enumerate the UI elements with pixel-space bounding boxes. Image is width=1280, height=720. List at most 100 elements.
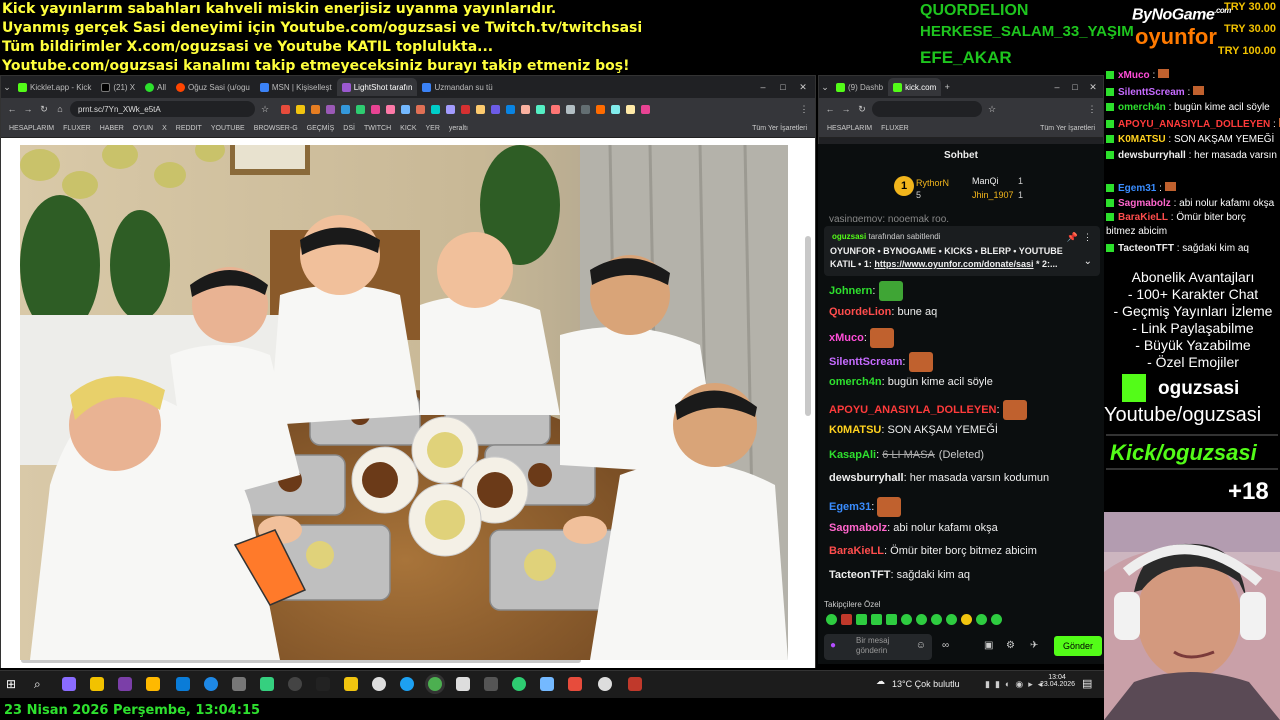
bookmark-fluxer[interactable]: FLUXER xyxy=(881,125,909,132)
camera-icon[interactable] xyxy=(232,677,246,691)
onenote-icon[interactable] xyxy=(118,677,132,691)
bookmark-twitch[interactable]: TWITCH xyxy=(364,125,391,132)
browser-tab[interactable]: Oğuz Sasi (u/ogu xyxy=(171,78,255,96)
weather-label[interactable]: 13°C Çok bulutlu xyxy=(892,679,960,689)
chat-username[interactable]: SilenttScream xyxy=(829,356,902,368)
bookmark-hesaplarim[interactable]: HESAPLARIM xyxy=(827,125,872,132)
app-icon[interactable] xyxy=(400,677,414,691)
rocket-icon[interactable]: ✈ xyxy=(1030,640,1038,651)
bookmark-dsi[interactable]: DSİ xyxy=(343,125,355,132)
chat-username[interactable]: APOYU_ANASIYLA_DOLLEYEN xyxy=(829,404,996,416)
close-icon[interactable]: ✕ xyxy=(797,81,809,93)
app-icon[interactable] xyxy=(146,677,160,691)
url-input[interactable]: prnt.sc/7Yn_XWk_e5tA xyxy=(70,101,255,117)
chat-input[interactable]: ● Bir mesaj gönderin ☺ xyxy=(824,634,932,660)
bookmark-kick[interactable]: KICK xyxy=(400,125,416,132)
bookmark-fluxer[interactable]: FLUXER xyxy=(63,125,91,132)
menu-icon[interactable]: ⋮ xyxy=(798,103,810,115)
windows-start-icon[interactable]: ⊞ xyxy=(6,677,20,691)
browser-tab[interactable]: (21) X xyxy=(96,78,140,96)
gear-icon[interactable]: ⚙ xyxy=(1006,640,1015,651)
extension-icons[interactable] xyxy=(281,104,650,114)
chatgpt-icon[interactable] xyxy=(598,677,612,691)
search-icon[interactable]: ⌕ xyxy=(34,677,48,691)
chat-username[interactable]: KasapAli xyxy=(829,449,876,461)
pinned-link[interactable]: https://www.oyunfor.com/donate/sasi xyxy=(874,259,1033,269)
app-icon[interactable] xyxy=(372,677,386,691)
chat-username[interactable]: Johnern xyxy=(829,285,872,297)
bookmark-oyun[interactable]: OYUN xyxy=(133,125,153,132)
maximize-icon[interactable]: □ xyxy=(777,81,789,93)
chevron-down-icon[interactable]: ⌄ xyxy=(1084,256,1092,267)
star-icon[interactable]: ☆ xyxy=(259,103,271,115)
more-icon[interactable]: ⋮ xyxy=(1083,232,1092,243)
app-icon[interactable] xyxy=(344,677,358,691)
pin-icon[interactable]: 📌 xyxy=(1067,232,1078,243)
new-tab-icon[interactable]: + xyxy=(941,81,953,93)
app-icon[interactable] xyxy=(540,677,554,691)
chat-username[interactable]: Sagmabolz xyxy=(829,522,887,534)
back-icon[interactable]: ← xyxy=(6,103,18,115)
menu-icon[interactable]: ⋮ xyxy=(1086,103,1098,115)
emote-bar[interactable] xyxy=(826,614,1002,625)
folder-icon[interactable] xyxy=(90,677,104,691)
chat-username[interactable]: BaraKieLL xyxy=(829,545,884,557)
url-input[interactable] xyxy=(872,101,982,117)
bookmark-hesaplarim[interactable]: HESAPLARIM xyxy=(9,125,54,132)
bookmark-browser-g[interactable]: BROWSER-G xyxy=(254,125,298,132)
bookmark-haber[interactable]: HABER xyxy=(100,125,124,132)
app-icon[interactable] xyxy=(628,677,642,691)
chat-username[interactable]: K0MATSU xyxy=(829,424,881,436)
vivaldi-icon[interactable] xyxy=(568,677,582,691)
browser-tab-active[interactable]: LightShot tarafın xyxy=(336,78,418,96)
browser-tab[interactable]: MSN | Kişiselleşt xyxy=(255,78,337,96)
bookmark-all[interactable]: Tüm Yer İşaretleri xyxy=(752,125,807,132)
emoji-icon[interactable]: ☺ xyxy=(916,640,926,651)
app-icon[interactable] xyxy=(316,677,330,691)
send-button[interactable]: Gönder xyxy=(1054,636,1102,656)
bookmark-x[interactable]: X xyxy=(162,125,167,132)
tray-clock[interactable]: 13:04 23.04.2026 xyxy=(1040,674,1075,688)
browser-tab[interactable]: All xyxy=(140,78,171,96)
edge-icon[interactable] xyxy=(176,677,190,691)
microphone-icon[interactable]: ● xyxy=(830,640,836,651)
close-icon[interactable]: ✕ xyxy=(1087,81,1099,93)
bookmark-gecmis[interactable]: GEÇMİŞ xyxy=(307,125,335,132)
chat-username[interactable]: omerch4n xyxy=(829,376,882,388)
forward-icon[interactable]: → xyxy=(840,103,852,115)
app-icon[interactable] xyxy=(456,677,470,691)
bookmark-yeralti[interactable]: yeraltı xyxy=(449,125,468,132)
bookmark-all[interactable]: Tüm Yer İşaretleri xyxy=(1040,125,1095,132)
browser-tab[interactable]: Uzmandan su tü xyxy=(417,78,497,96)
chat-username[interactable]: dewsburryhall xyxy=(829,472,904,484)
weather-icon[interactable]: ☁ xyxy=(876,676,885,687)
chevron-down-icon[interactable]: ⌄ xyxy=(819,81,831,93)
browser-icon[interactable] xyxy=(204,677,218,691)
app-icon[interactable] xyxy=(62,677,76,691)
chat-username[interactable]: Egem31 xyxy=(829,501,871,513)
maximize-icon[interactable]: □ xyxy=(1069,81,1081,93)
browser-tab[interactable]: Kicklet.app - Kick xyxy=(13,78,96,96)
app-icon[interactable] xyxy=(512,677,526,691)
forward-icon[interactable]: → xyxy=(22,103,34,115)
chrome-icon[interactable] xyxy=(428,677,442,691)
browser-tab[interactable]: (9) Dashb xyxy=(831,78,888,96)
bookmark-reddit[interactable]: REDDIT xyxy=(176,125,202,132)
chat-username[interactable]: xMuco xyxy=(829,332,864,344)
chevron-down-icon[interactable]: ⌄ xyxy=(1,81,13,93)
chat-username[interactable]: TacteonTFT xyxy=(829,569,891,581)
reload-icon[interactable]: ↻ xyxy=(856,103,868,115)
minimize-icon[interactable]: – xyxy=(757,81,769,93)
gift-icon[interactable]: ▣ xyxy=(984,640,993,651)
app-icon[interactable] xyxy=(260,677,274,691)
bookmark-yer[interactable]: YER xyxy=(426,125,440,132)
notification-icon[interactable]: ▤ xyxy=(1082,677,1092,690)
bookmark-youtube[interactable]: YOUTUBE xyxy=(211,125,245,132)
back-icon[interactable]: ← xyxy=(824,103,836,115)
scrollbar[interactable] xyxy=(805,236,811,416)
app-icon[interactable] xyxy=(484,677,498,691)
home-icon[interactable]: ⌂ xyxy=(54,103,66,115)
reload-icon[interactable]: ↻ xyxy=(38,103,50,115)
tray-icons[interactable]: ▮▮◐◉▸◂ xyxy=(985,679,1047,690)
browser-tab-active[interactable]: kick.com xyxy=(888,78,942,96)
